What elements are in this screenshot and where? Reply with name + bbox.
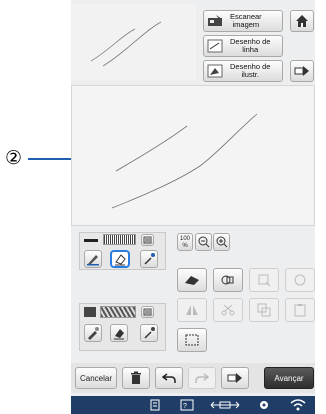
fill-brush-icon [86,326,100,340]
settings-icon [258,399,270,411]
redo-icon [195,372,209,384]
zoom-out-button[interactable] [195,233,212,251]
line-type-menu-button[interactable] [141,234,154,246]
preview-sketch [90,21,162,67]
select-icon [221,273,235,287]
preview-area [71,4,196,80]
memory-icon: ? [180,399,194,411]
line-eraser-tool-button[interactable] [110,250,130,268]
resize-button[interactable] [249,268,279,292]
fill-eyedropper-button[interactable] [140,324,158,342]
zoom-in-button[interactable] [213,233,230,251]
import-button[interactable] [290,60,314,82]
illustration-icon [207,64,225,78]
select-button[interactable] [213,268,243,292]
copy-icon [257,303,271,317]
home-button[interactable] [290,10,314,32]
fill-type-menu-button[interactable] [141,306,154,318]
wifi-icon [290,398,306,411]
undo-icon [162,372,176,384]
next-button[interactable]: Avançar [264,367,314,389]
scan-image-button[interactable]: Escanear imagem [203,10,283,32]
menu-icon [143,308,152,316]
paste-button[interactable] [285,298,315,322]
zoom-value: 100 [179,235,190,242]
illustration-drawing-button[interactable]: Desenho de ilustr. [203,60,283,82]
redo-button[interactable] [188,367,216,389]
line-drawing-button[interactable]: Desenho de linha [203,35,283,57]
resize-icon [257,273,271,287]
line-pattern-swatch[interactable] [103,234,136,245]
rect-select-button[interactable] [177,328,207,352]
pen-tool-button[interactable] [84,250,102,268]
fill-color-swatch[interactable] [84,307,96,317]
callout-marker: ② [5,148,23,169]
fill-pattern-swatch[interactable] [100,306,136,318]
next-label: Avançar [274,373,304,383]
line-label-line2: linha [242,45,259,54]
rotate-button[interactable] [285,268,315,292]
scan-icon [207,14,225,28]
delete-button[interactable] [122,367,150,389]
trash-icon [130,371,142,385]
menu-icon [143,236,152,244]
zoom-unit: % [182,242,188,249]
eraser-area-icon [113,252,127,266]
svg-text:?: ? [183,403,187,410]
zoom-level-display: 100 % [177,233,193,251]
export-button[interactable] [221,367,249,389]
eyedropper-icon [142,326,156,340]
arrow-right-icon [294,65,310,77]
flip-button[interactable] [177,298,207,322]
flip-icon [185,304,199,316]
zoom-in-icon [216,236,228,248]
line-eyedropper-button[interactable] [140,250,158,268]
line-drawing-icon [207,39,225,53]
cancel-label: Cancelar [79,373,112,383]
eraser-fill-icon [112,326,126,340]
fill-eraser-button[interactable] [110,324,128,342]
drawing-canvas[interactable] [71,85,315,226]
cut-button[interactable] [213,298,243,322]
copy-button[interactable] [249,298,279,322]
zoom-out-icon [198,236,210,248]
undo-button[interactable] [155,367,183,389]
cancel-button[interactable]: Cancelar [75,367,117,389]
rotate-icon [293,273,307,287]
paste-icon [294,303,306,317]
export-icon [227,372,243,384]
line-width-swatch[interactable] [84,239,98,242]
rect-select-icon [185,334,199,346]
eraser-button[interactable] [177,268,207,292]
eyedropper-icon [142,252,156,266]
cut-icon [221,304,235,316]
eraser-icon [183,274,201,286]
pen-icon [86,252,100,266]
needle-position-icon [210,400,240,410]
fill-brush-button[interactable] [84,324,102,342]
home-icon [295,14,309,28]
canvas-sketch [111,113,258,209]
scan-label-line2: imagem [232,20,260,29]
illust-label-line2: ilustr. [241,70,259,79]
document-icon [150,399,160,411]
